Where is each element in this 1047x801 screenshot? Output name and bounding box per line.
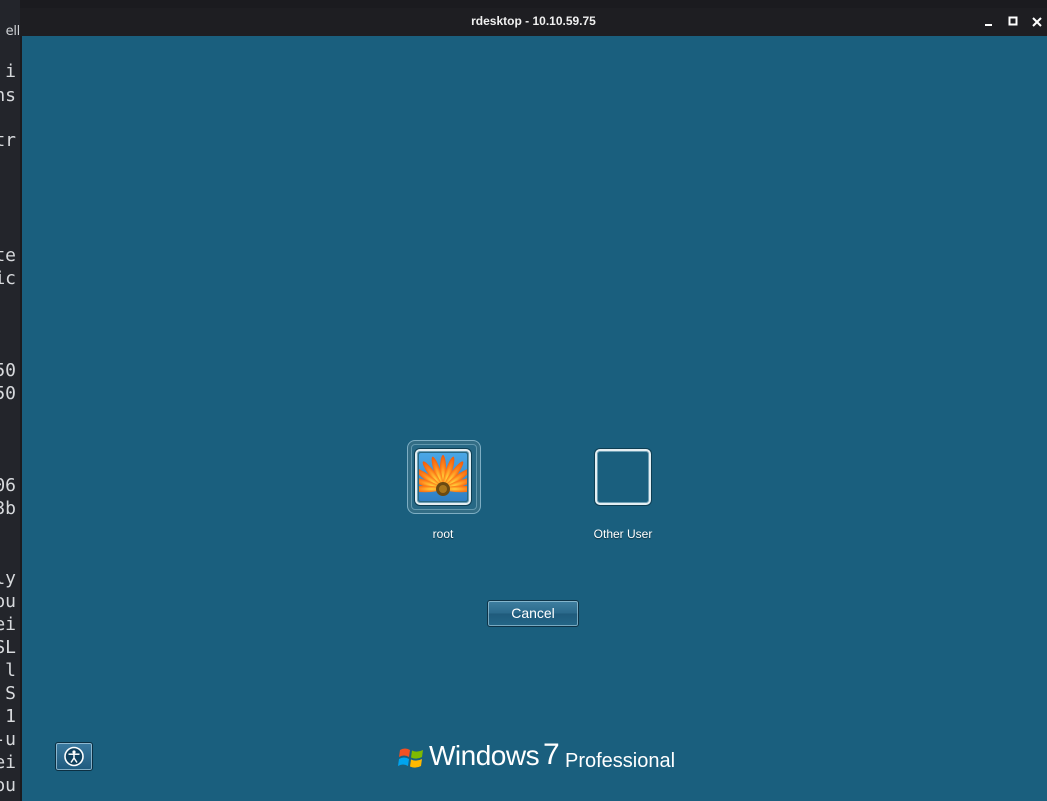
background-terminal: ell i ns tr te ic 50 50 06 3b ly ou ei S… [0,0,20,801]
user-tile-root[interactable]: root [383,440,503,541]
blank-avatar-icon [599,453,647,501]
cancel-button[interactable]: Cancel [487,600,579,627]
terminal-line: 50 [0,360,16,381]
terminal-line: ns [0,85,16,106]
maximize-icon[interactable] [1006,14,1022,30]
terminal-line: ly [0,568,16,589]
windows-wordmark: Windows [429,740,540,771]
terminal-line: 06 [0,475,16,496]
terminal-line: te [0,245,16,266]
flower-avatar-icon [419,453,467,501]
windows-flag-icon [398,748,423,768]
terminal-line: i [5,61,16,82]
windows-version: 7 [543,738,560,771]
ease-of-access-button[interactable] [55,742,93,771]
rdesktop-window: rdesktop - 10.10.59.75 root Other User C… [20,8,1047,801]
terminal-tab-label[interactable]: ell [0,24,20,39]
terminal-line: S [5,683,16,704]
user-picture-frame [595,449,651,505]
terminal-line: SL [0,637,16,658]
terminal-line: ic [0,268,16,289]
terminal-line: tr [0,130,16,151]
windows-edition: Professional [565,750,676,772]
remote-desktop-area[interactable]: root Other User Cancel Windows 7 Profess… [22,36,1047,801]
terminal-line: 3b [0,498,16,519]
terminal-line: 1 [5,706,16,727]
user-picture-frame [415,449,471,505]
ease-of-access-icon [64,746,84,767]
close-icon[interactable] [1029,14,1045,30]
user-name-label: root [432,527,454,541]
terminal-line: -u [0,729,16,750]
terminal-line: ou [0,591,16,612]
minimize-icon[interactable] [982,14,998,30]
terminal-line: ei [0,752,16,773]
terminal-line: l [5,660,16,681]
user-name-label: Other User [593,527,653,541]
terminal-line: 50 [0,383,16,404]
terminal-line: ei [0,614,16,635]
terminal-line: ou [0,775,16,796]
window-titlebar[interactable]: rdesktop - 10.10.59.75 [20,8,1047,36]
user-tile-other-user[interactable]: Other User [563,449,683,541]
window-title: rdesktop - 10.10.59.75 [471,14,596,28]
